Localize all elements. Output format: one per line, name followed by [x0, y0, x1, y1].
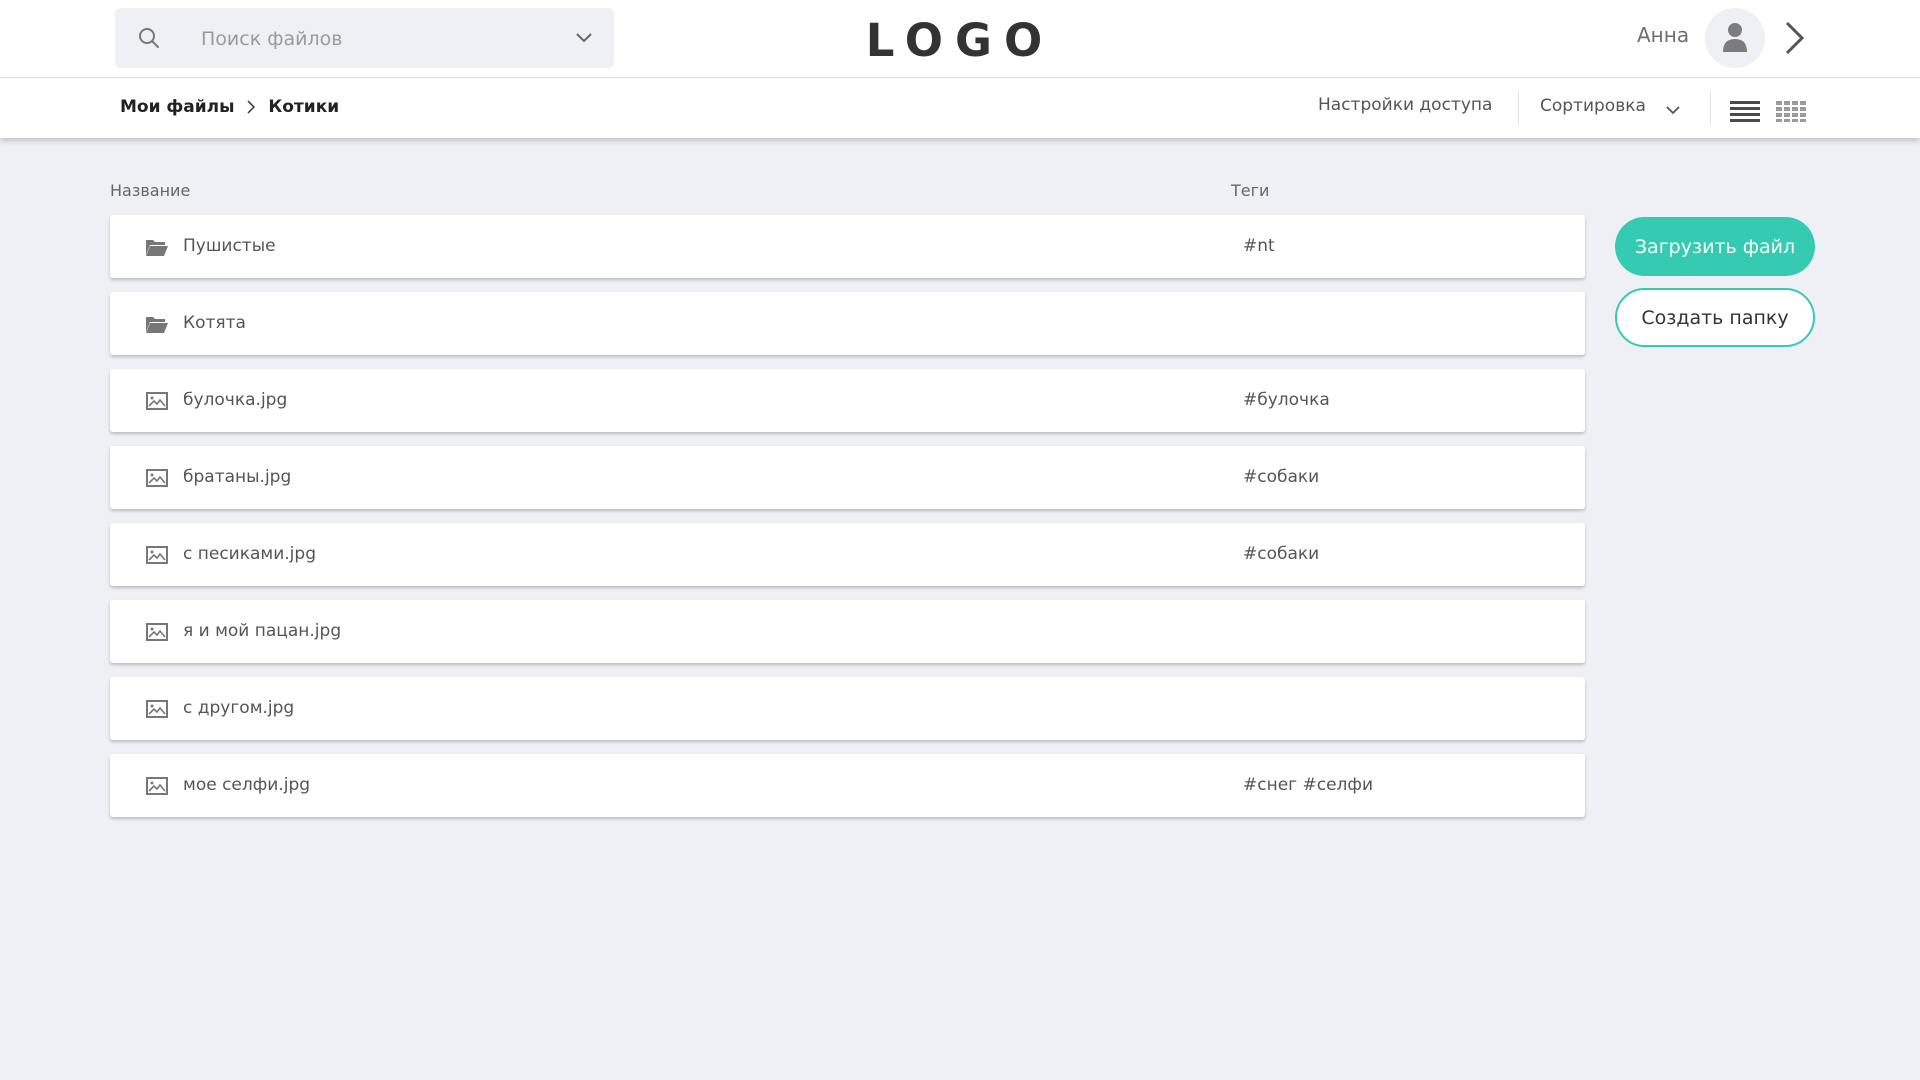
folder-icon	[146, 317, 168, 333]
search-icon	[139, 28, 159, 48]
file-name: я и мой пацан.jpg	[183, 621, 342, 641]
file-row[interactable]: я и мой пацан.jpg	[110, 600, 1585, 663]
sort-button[interactable]: Сортировка	[1540, 96, 1646, 116]
image-icon	[146, 777, 168, 795]
top-header: LOGO Анна	[0, 0, 1920, 78]
logo: LOGO	[865, 14, 1055, 67]
breadcrumb-root[interactable]: Мои файлы	[120, 97, 235, 117]
image-icon	[146, 546, 168, 564]
file-row[interactable]: с песиками.jpg #собаки	[110, 523, 1585, 586]
column-header-name[interactable]: Название	[110, 181, 190, 200]
file-tags: #снег #селфи	[1243, 775, 1373, 795]
file-row[interactable]: Котята	[110, 292, 1585, 355]
file-name: мое селфи.jpg	[183, 775, 311, 795]
breadcrumb: Мои файлы Котики	[120, 97, 339, 117]
file-name: с другом.jpg	[183, 698, 295, 718]
toolbar: Мои файлы Котики Настройки доступа Сорти…	[0, 78, 1920, 138]
create-folder-button[interactable]: Создать папку	[1615, 288, 1815, 347]
chevron-right-icon[interactable]	[1783, 19, 1807, 57]
file-name: с песиками.jpg	[183, 544, 316, 564]
access-settings-button[interactable]: Настройки доступа	[1318, 95, 1492, 115]
upload-file-button[interactable]: Загрузить файл	[1615, 217, 1815, 276]
chevron-down-icon[interactable]	[574, 30, 594, 46]
file-tags: #nt	[1243, 236, 1275, 256]
search-input[interactable]	[199, 18, 543, 60]
file-row[interactable]: Пушистые #nt	[110, 215, 1585, 278]
file-row[interactable]: с другом.jpg	[110, 677, 1585, 740]
avatar[interactable]	[1705, 8, 1765, 68]
chevron-down-icon[interactable]	[1665, 104, 1681, 116]
user-name[interactable]: Анна	[1637, 23, 1689, 47]
file-tags: #булочка	[1243, 390, 1330, 410]
breadcrumb-current: Котики	[268, 97, 340, 117]
image-icon	[146, 700, 168, 718]
column-header-tags[interactable]: Теги	[1231, 181, 1269, 200]
file-row[interactable]: мое селфи.jpg #снег #селфи	[110, 754, 1585, 817]
folder-icon	[146, 240, 168, 256]
file-tags: #собаки	[1243, 544, 1320, 564]
grid-view-icon[interactable]	[1775, 100, 1807, 122]
file-name: Пушистые	[183, 236, 276, 256]
divider	[1518, 90, 1519, 126]
file-row[interactable]: булочка.jpg #булочка	[110, 369, 1585, 432]
divider	[1710, 90, 1711, 126]
file-name: булочка.jpg	[183, 390, 288, 410]
image-icon	[146, 469, 168, 487]
chevron-right-icon	[247, 100, 256, 114]
search-box[interactable]	[115, 8, 614, 68]
file-name: Котята	[183, 313, 246, 333]
file-name: братаны.jpg	[183, 467, 292, 487]
file-tags: #собаки	[1243, 467, 1320, 487]
list-view-icon[interactable]	[1729, 100, 1761, 122]
user-icon	[1723, 23, 1747, 52]
image-icon	[146, 392, 168, 410]
file-row[interactable]: братаны.jpg #собаки	[110, 446, 1585, 509]
image-icon	[146, 623, 168, 641]
